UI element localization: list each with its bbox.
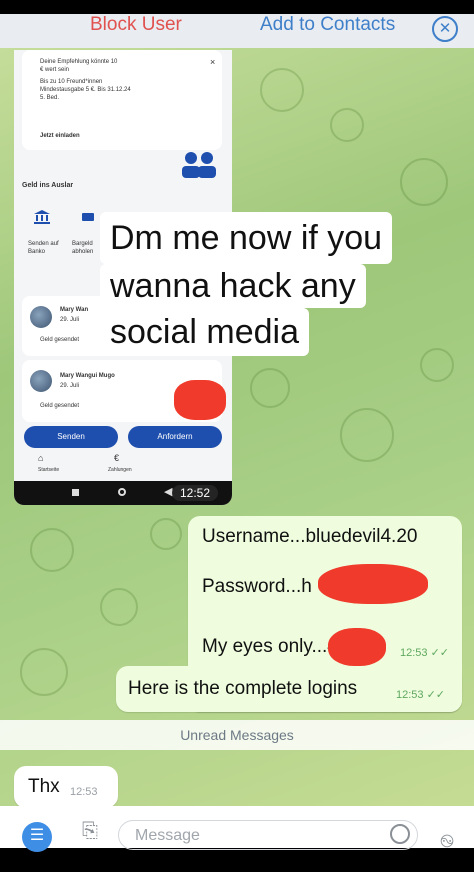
doodle-shape bbox=[250, 368, 290, 408]
message-bubble-outgoing[interactable]: Here is the complete logins 12:53 ✓✓ bbox=[116, 666, 462, 712]
unread-messages-divider: Unread Messages bbox=[0, 720, 474, 750]
block-user-button[interactable]: Block User bbox=[90, 14, 182, 36]
message-time: 12:53 ✓✓ bbox=[396, 689, 446, 701]
chat-background: Deine Empfehlung könnte 10 € wert sein B… bbox=[0, 48, 474, 823]
message-password-line: Password...h bbox=[202, 576, 312, 597]
doodle-shape bbox=[260, 68, 304, 112]
avatar bbox=[30, 306, 52, 328]
send-button: Senden bbox=[24, 426, 118, 448]
promo-line: Bis zu 10 Freund*innen bbox=[40, 79, 103, 85]
message-bubble-incoming[interactable]: Thx 12:53 bbox=[14, 766, 118, 808]
caption-line: wanna hack any bbox=[100, 264, 366, 308]
redaction-mark bbox=[328, 628, 386, 666]
home-button-icon bbox=[118, 488, 126, 496]
message-input[interactable]: Message bbox=[118, 820, 418, 850]
cash-icon bbox=[82, 213, 94, 221]
tab-home: Startseite bbox=[38, 467, 60, 473]
request-button: Anfordern bbox=[128, 426, 222, 448]
chat-top-bar: Block User Add to Contacts ✕ bbox=[0, 0, 474, 48]
doodle-shape bbox=[330, 108, 364, 142]
promo-line: Mindestausgabe 5 €. Bis 31.12.24 bbox=[40, 87, 131, 93]
bank-icon bbox=[34, 210, 50, 224]
promo-card: Deine Empfehlung könnte 10 € wert sein B… bbox=[22, 50, 222, 150]
doodle-shape bbox=[400, 158, 448, 206]
close-icon[interactable]: ✕ bbox=[432, 16, 458, 42]
promo-line: 5. Bed. bbox=[40, 95, 60, 101]
doodle-shape bbox=[30, 528, 74, 572]
doodle-shape bbox=[100, 588, 138, 626]
promo-line: Deine Empfehlung könnte 10 bbox=[40, 59, 118, 65]
close-icon: × bbox=[210, 57, 216, 67]
transaction-status: Geld gesendet bbox=[40, 337, 80, 343]
euro-icon: € bbox=[114, 453, 120, 463]
message-username-line: Username...bluedevil4.20 bbox=[202, 526, 418, 547]
message-text: Thx bbox=[28, 776, 60, 797]
message-text: Here is the complete logins bbox=[128, 678, 358, 699]
doodle-shape bbox=[340, 408, 394, 462]
doodle-shape bbox=[150, 518, 182, 550]
people-icon bbox=[182, 152, 216, 178]
message-time: 12:53 ✓✓ bbox=[400, 647, 450, 659]
microphone-icon[interactable]: ࿊ bbox=[440, 822, 454, 872]
recents-icon bbox=[72, 489, 79, 496]
caption-line: social media bbox=[100, 308, 309, 356]
message-input-bar: ☰ ⎘ Message ࿊ bbox=[0, 806, 474, 852]
tab-payments: Zahlungen bbox=[108, 467, 132, 473]
sticker-icon[interactable] bbox=[390, 824, 410, 844]
transaction-date: 29. Juli bbox=[60, 383, 80, 389]
home-icon: ⌂ bbox=[38, 453, 44, 463]
caption-overlay: Dm me now if you wanna hack any social m… bbox=[100, 212, 438, 362]
add-to-contacts-button[interactable]: Add to Contacts bbox=[260, 14, 395, 36]
transaction-date: 29. Juli bbox=[60, 317, 80, 323]
redaction-mark bbox=[318, 564, 428, 604]
avatar bbox=[30, 370, 52, 392]
promo-line: € wert sein bbox=[40, 67, 70, 73]
redaction-mark bbox=[174, 380, 226, 420]
message-eyes-only-line: My eyes only...4 bbox=[202, 636, 338, 657]
action-send-label: Senden auf Banko bbox=[28, 241, 59, 255]
caption-line: Dm me now if you bbox=[100, 212, 393, 264]
transaction-name: Mary Wangui Mugo bbox=[60, 373, 115, 379]
message-time: 12:53 bbox=[70, 786, 98, 798]
transaction-status: Geld gesendet bbox=[40, 403, 80, 409]
section-title: Geld ins Auslar bbox=[22, 182, 74, 189]
doodle-shape bbox=[20, 648, 68, 696]
transaction-name: Mary Wan bbox=[60, 307, 89, 313]
attach-icon[interactable]: ⎘ bbox=[82, 820, 98, 843]
invite-link: Jetzt einladen bbox=[40, 133, 80, 139]
image-timestamp: 12:52 bbox=[171, 485, 218, 501]
